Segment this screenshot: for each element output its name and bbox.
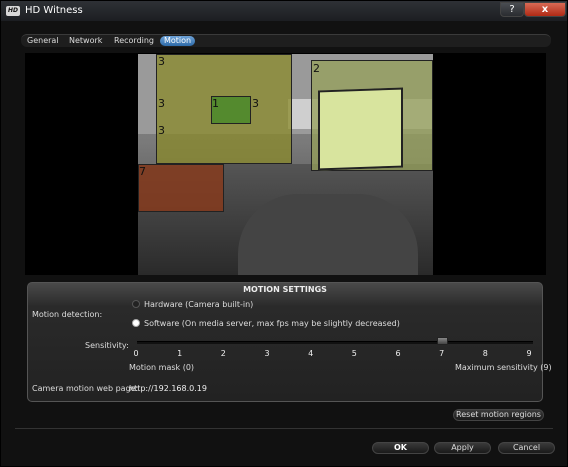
sensitivity-tick-label: 6: [395, 349, 401, 358]
sensitivity-tick-label: 7: [439, 349, 445, 358]
region-label: 3: [158, 55, 165, 68]
tab-general[interactable]: General: [23, 36, 63, 46]
camera-web-page-link[interactable]: http://192.168.0.19: [129, 384, 207, 393]
tab-recording[interactable]: Recording: [110, 36, 158, 46]
hardware-radio[interactable]: [132, 300, 140, 308]
sensitivity-tick-label: 0: [133, 349, 139, 358]
region-label: 3: [158, 97, 165, 110]
motion-region-7[interactable]: [138, 164, 224, 212]
sensitivity-tick-label: 8: [482, 349, 488, 358]
camera-frame[interactable]: 3 3 3 3 1 2 7: [138, 54, 433, 275]
region-label: 7: [139, 165, 146, 178]
sensitivity-label: Sensitivity:: [85, 341, 129, 350]
sensitivity-tick-label: 2: [220, 349, 226, 358]
software-radio[interactable]: [132, 319, 140, 327]
motion-settings-header: MOTION SETTINGS: [243, 285, 327, 294]
tab-network[interactable]: Network: [65, 36, 106, 46]
sensitivity-tick-label: 1: [177, 349, 183, 358]
sensitivity-slider-track[interactable]: [137, 341, 533, 344]
region-label: 2: [313, 62, 320, 75]
sensitivity-slider-thumb[interactable]: [436, 337, 448, 345]
camera-web-page-label: Camera motion web page:: [32, 384, 139, 393]
max-sensitivity-caption: Maximum sensitivity (9): [455, 363, 552, 372]
region-label: 3: [158, 124, 165, 137]
region-label: 3: [252, 97, 259, 110]
tab-strip: General Network Recording Motion: [21, 34, 551, 47]
app-logo-icon: HD: [6, 6, 20, 16]
sensitivity-tick-label: 3: [264, 349, 270, 358]
apply-button[interactable]: Apply: [434, 442, 491, 454]
title-bar: HD HD Witness ? x: [1, 1, 567, 21]
reset-motion-regions-button[interactable]: Reset motion regions: [453, 409, 544, 421]
min-sensitivity-caption: Motion mask (0): [129, 363, 195, 372]
chair-shape: [238, 194, 418, 275]
help-button[interactable]: ?: [500, 2, 524, 17]
sensitivity-tick-label: 5: [351, 349, 357, 358]
hardware-option-label[interactable]: Hardware (Camera built-in): [144, 300, 253, 309]
dialog-window: HD HD Witness ? x General Network Record…: [0, 0, 568, 467]
ok-button[interactable]: OK: [372, 442, 429, 454]
sensitivity-tick-label: 4: [308, 349, 314, 358]
region-label: 1: [212, 97, 219, 110]
close-button[interactable]: x: [524, 2, 566, 17]
tab-motion[interactable]: Motion: [160, 36, 196, 46]
motion-detection-label: Motion detection:: [32, 310, 103, 319]
window-title: HD Witness: [25, 5, 83, 16]
footer-divider: [15, 428, 553, 429]
bright-window-patch: [318, 87, 403, 171]
sensitivity-tick-label: 9: [526, 349, 532, 358]
cancel-button[interactable]: Cancel: [498, 442, 555, 454]
software-option-label[interactable]: Software (On media server, max fps may b…: [144, 319, 400, 328]
